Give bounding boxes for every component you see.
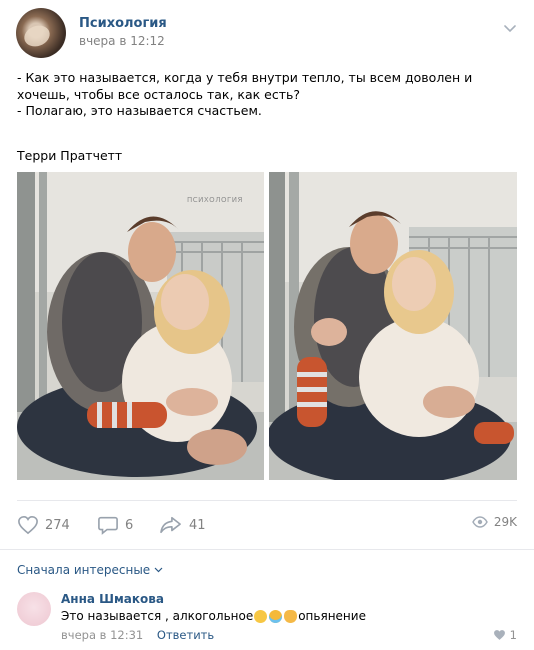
heart-icon [493, 630, 505, 640]
reply-link[interactable]: Ответить [157, 628, 214, 642]
share-icon [160, 516, 181, 534]
share-button[interactable]: 41 [159, 515, 206, 535]
likes-count: 274 [45, 517, 70, 533]
views-count: 29K [493, 515, 517, 529]
chevron-down-icon [154, 567, 163, 573]
sort-label: Сначала интересные [17, 563, 151, 577]
commenter-avatar[interactable] [17, 592, 51, 626]
post-actions: 274 6 41 29K [17, 500, 517, 548]
tears-of-joy-emoji-icon [269, 609, 283, 623]
comments-sort-dropdown[interactable]: Сначала интересные [17, 563, 163, 577]
shares-count: 41 [189, 517, 206, 533]
comment-meta: вчера в 12:31 Ответить [61, 628, 214, 642]
post-header: Психология вчера в 12:12 [16, 8, 518, 60]
post-photo-2[interactable] [269, 172, 517, 480]
ok-hand-emoji-icon [284, 609, 298, 623]
chevron-down-icon[interactable] [502, 20, 518, 36]
post-text-line-1: - Как это называется, когда у тебя внутр… [17, 70, 477, 102]
post: Психология вчера в 12:12 - Как это назыв… [0, 0, 534, 650]
divider [0, 549, 534, 550]
post-time[interactable]: вчера в 12:12 [79, 34, 165, 48]
community-name[interactable]: Психология [79, 16, 167, 31]
eye-icon [472, 516, 488, 528]
comment-time[interactable]: вчера в 12:31 [61, 628, 143, 642]
heart-icon [18, 515, 38, 535]
comment-text-before: Это называется , алкогольное [61, 609, 254, 623]
post-text: - Как это называется, когда у тебя внутр… [17, 70, 517, 120]
like-button[interactable]: 274 [17, 515, 70, 535]
comment-icon [98, 516, 118, 535]
views-counter: 29K [472, 515, 517, 529]
comment-button[interactable]: 6 [97, 515, 133, 535]
post-photo-1[interactable]: ПСИХОЛОГИЯ [17, 172, 264, 480]
comment-likes-count: 1 [509, 628, 517, 642]
grimace-emoji-icon [254, 609, 268, 623]
photo-watermark: ПСИХОЛОГИЯ [187, 196, 243, 204]
comment-like-button[interactable]: 1 [493, 628, 517, 642]
post-text-line-2: - Полагаю, это называется счастьем. [17, 103, 262, 118]
post-photos: ПСИХОЛОГИЯ [17, 172, 517, 480]
comments-count: 6 [125, 517, 134, 533]
community-avatar[interactable] [16, 8, 66, 58]
commenter-name[interactable]: Анна Шмакова [61, 592, 164, 606]
comment-text-after: опьянение [298, 609, 366, 623]
comment-text: Это называется , алкогольное опьянение [61, 609, 366, 623]
quote-author: Терри Пратчетт [17, 148, 123, 163]
comment: Анна Шмакова Это называется , алкогольно… [17, 588, 517, 650]
